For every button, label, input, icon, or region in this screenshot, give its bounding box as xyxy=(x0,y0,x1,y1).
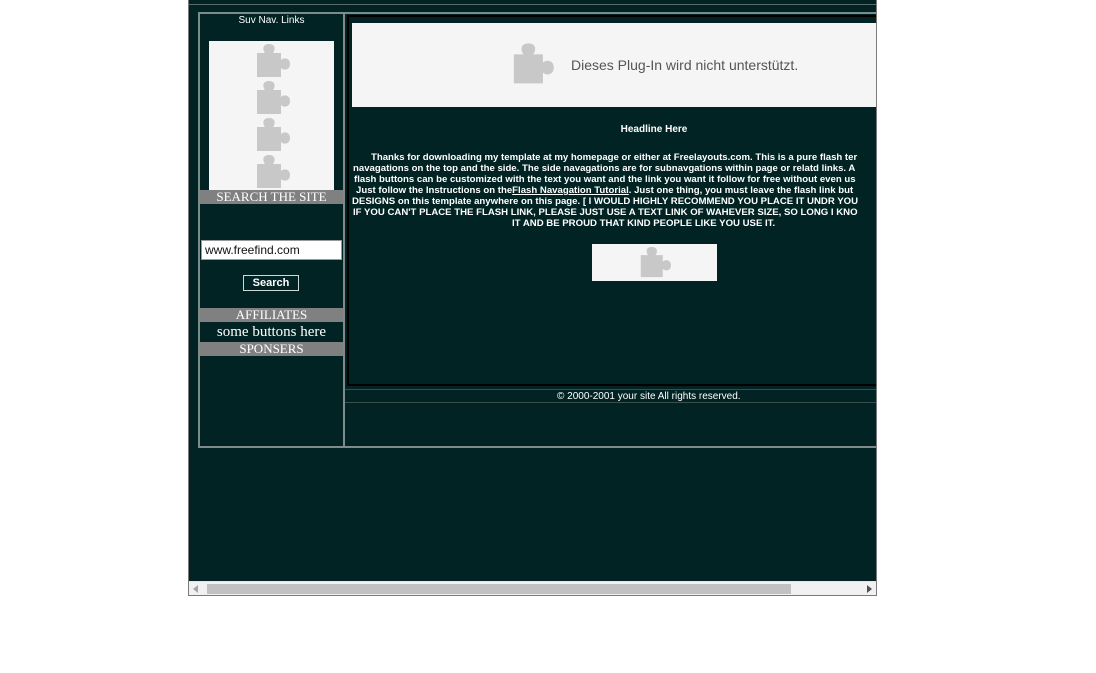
body-line: flash buttons can be customized with the… xyxy=(354,174,856,185)
puzzle-piece-icon xyxy=(257,81,290,114)
puzzle-piece-icon xyxy=(640,246,671,278)
search-button[interactable]: Search xyxy=(243,275,299,291)
body-line: DESIGNS on this template anywhere on thi… xyxy=(352,196,859,207)
sub-nav-title: Suv Nav. Links xyxy=(238,15,305,26)
puzzle-piece-icon xyxy=(257,44,290,77)
arrow-left-icon[interactable] xyxy=(193,585,198,593)
flash-tutorial-link[interactable]: Flash Navagation Tutorial xyxy=(512,185,629,196)
puzzle-piece-icon xyxy=(257,155,290,188)
body-line: navagations on the top and the side. The… xyxy=(353,163,856,174)
arrow-right-icon[interactable] xyxy=(867,585,872,593)
body-line: Just follow the Instructions on theFlash… xyxy=(352,185,876,196)
main-content: Dieses Plug-In wird nicht unterstützt. H… xyxy=(345,14,876,446)
scrollbar-thumb[interactable] xyxy=(207,584,791,594)
top-divider xyxy=(189,4,876,5)
body-line: IF YOU CAN'T PLACE THE FLASH LINK, PLEAS… xyxy=(353,207,858,218)
search-heading: SEARCH THE SITE xyxy=(200,190,343,204)
small-flash-plugin[interactable] xyxy=(592,244,717,281)
flash-plugin-banner[interactable]: Dieses Plug-In wird nicht unterstützt. xyxy=(352,23,876,107)
body-text-segment: . Just one thing, you must leave the fla… xyxy=(628,185,854,196)
body-text: Thanks for downloading my template at my… xyxy=(352,152,876,229)
layout-frame: Suv Nav. Links SEARCH THE SITE Search AF xyxy=(198,12,876,448)
sidebar: Suv Nav. Links SEARCH THE SITE Search AF xyxy=(200,14,345,446)
plugin-unsupported-message: Dieses Plug-In wird nicht unterstützt. xyxy=(571,57,799,73)
browser-viewport: Suv Nav. Links SEARCH THE SITE Search AF xyxy=(188,0,877,596)
puzzle-piece-icon xyxy=(513,43,554,84)
body-text-segment: Just follow the Instructions on the xyxy=(356,185,513,196)
footer-divider xyxy=(345,402,876,403)
affiliates-heading: AFFILIATES xyxy=(200,308,343,322)
copyright-text: © 2000-2001 your site All rights reserve… xyxy=(557,391,741,402)
puzzle-piece-icon xyxy=(257,118,290,151)
headline: Headline Here xyxy=(620,124,688,135)
side-flash-plugin[interactable] xyxy=(209,41,334,190)
body-line: Thanks for downloading my template at my… xyxy=(371,152,858,163)
main-box: Dieses Plug-In wird nicht unterstützt. H… xyxy=(347,15,876,386)
horizontal-scrollbar[interactable] xyxy=(189,581,876,595)
search-input[interactable] xyxy=(201,240,342,260)
sponsors-heading: SPONSERS xyxy=(200,342,343,356)
body-line: IT AND BE PROUD THAT KIND PEOPLE LIKE YO… xyxy=(512,218,776,229)
affiliates-text: some buttons here xyxy=(216,324,327,340)
footer-divider xyxy=(345,389,876,390)
